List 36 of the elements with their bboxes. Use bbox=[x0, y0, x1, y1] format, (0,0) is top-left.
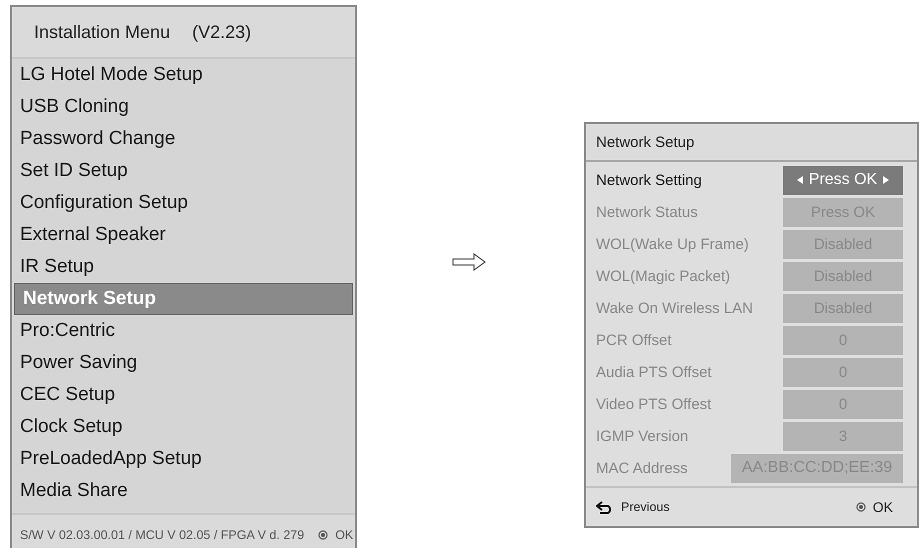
setting-label: Video PTS Offest bbox=[596, 396, 712, 412]
menu-item[interactable]: Clock Setup bbox=[12, 411, 355, 443]
setting-label: WOL(Magic Packet) bbox=[596, 268, 730, 284]
menu-item[interactable]: Power Saving bbox=[12, 347, 355, 379]
ok-button-icon bbox=[856, 502, 866, 512]
menu-item[interactable]: External Speaker bbox=[12, 219, 355, 251]
ok-hint: OK bbox=[872, 499, 893, 515]
setting-label: WOL(Wake Up Frame) bbox=[596, 236, 749, 252]
menu-item[interactable]: Password Change bbox=[12, 123, 355, 155]
ok-hint: OK bbox=[335, 528, 354, 542]
setting-label: MAC Address bbox=[596, 460, 688, 476]
setting-label: Audia PTS Offset bbox=[596, 364, 712, 380]
left-caret-icon bbox=[796, 176, 803, 184]
menu-item[interactable]: CEC Setup bbox=[12, 379, 355, 411]
version-info: S/W V 02.03.00.01 / MCU V 02.05 / FPGA V d. 279 bbox=[20, 528, 304, 542]
right-arrow-icon bbox=[452, 253, 486, 271]
menu-item[interactable]: Configuration Setup bbox=[12, 187, 355, 219]
previous-hint: Previous bbox=[620, 500, 670, 514]
menu-item[interactable]: Set ID Setup bbox=[12, 155, 355, 187]
menu-item[interactable]: IR Setup bbox=[12, 251, 355, 283]
menu-item[interactable]: USB Cloning bbox=[12, 91, 355, 123]
setting-label: Network Status bbox=[596, 204, 698, 220]
version-label: (V2.23) bbox=[192, 22, 252, 42]
setting-label: PCR Offset bbox=[596, 332, 672, 348]
menu-item[interactable]: LG Hotel Mode Setup bbox=[12, 59, 355, 91]
back-arrow-icon bbox=[596, 500, 614, 514]
menu-item[interactable]: Media Share bbox=[12, 475, 355, 507]
setting-label: Wake On Wireless LAN bbox=[596, 300, 753, 316]
menu-item[interactable]: PreLoadedApp Setup bbox=[12, 443, 355, 475]
menu-item[interactable]: Pro:Centric bbox=[12, 315, 355, 347]
right-caret-icon bbox=[883, 176, 890, 184]
setting-label: IGMP Version bbox=[596, 428, 688, 444]
setting-value[interactable]: Press OK bbox=[783, 166, 903, 194]
ok-button-icon bbox=[318, 530, 328, 540]
setting-label: Network Setting bbox=[596, 172, 702, 188]
menu-title: Installation Menu bbox=[34, 22, 170, 42]
